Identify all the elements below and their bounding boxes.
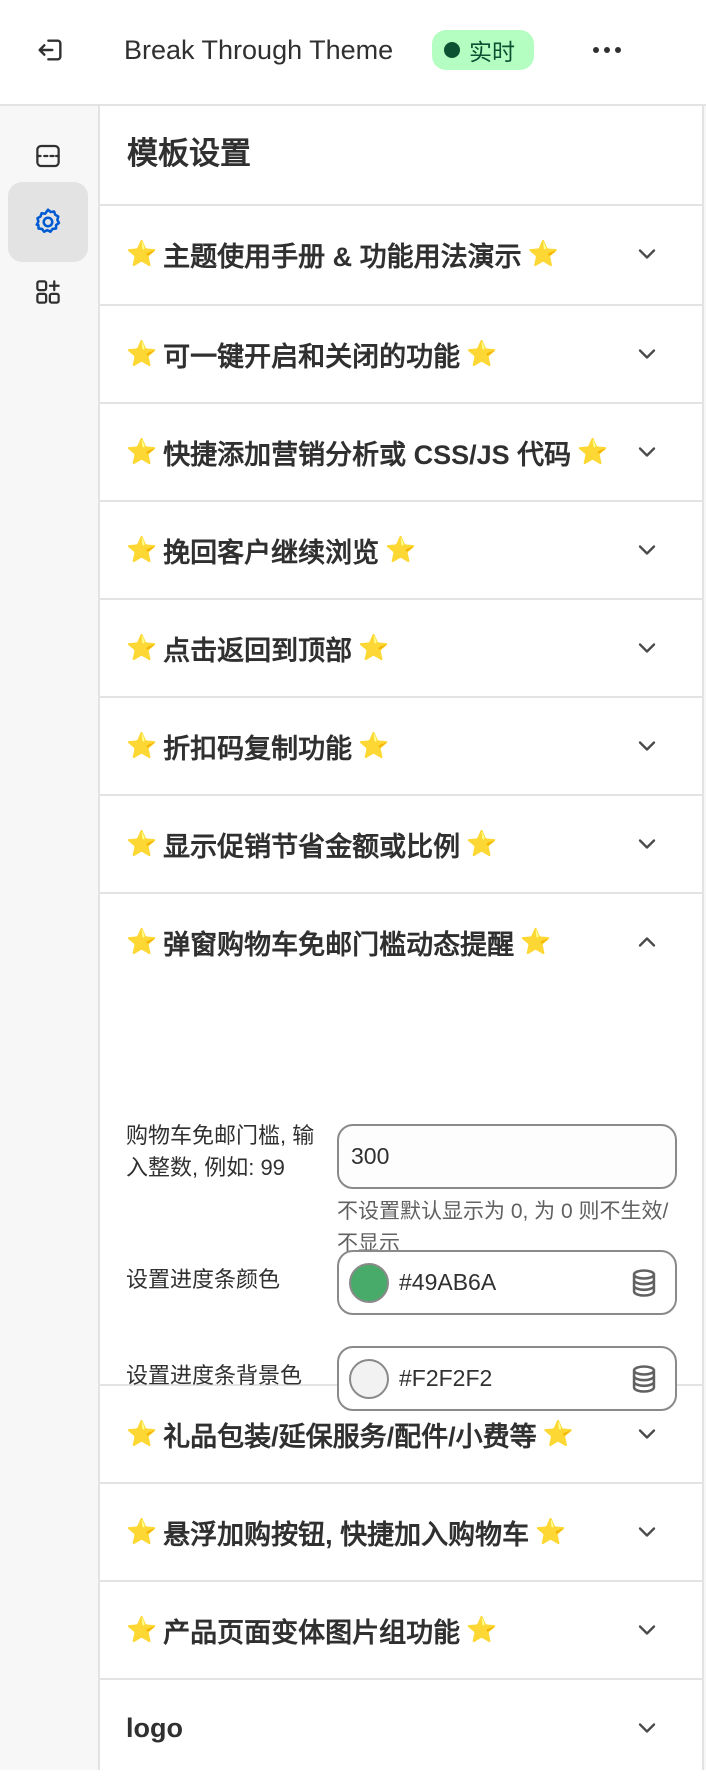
bar-color-label: 设置进度条颜色 <box>126 1267 281 1292</box>
star-icon: ⭐ <box>126 535 158 564</box>
bar-bg-color-swatch[interactable] <box>349 1359 389 1399</box>
accordion-section-label: 主题使用手册 & 功能用法演示 <box>163 241 522 272</box>
bar-color-swatch[interactable] <box>349 1263 389 1303</box>
accordion-section-header[interactable]: ⭐ 快捷添加营销分析或 CSS/JS 代码 ⭐ <box>126 404 608 500</box>
star-icon: ⭐ <box>126 437 158 466</box>
accordion-section-header[interactable]: logo <box>126 1680 183 1776</box>
side-rail <box>0 106 100 1770</box>
accordion-section-3[interactable]: ⭐ 挽回客户继续浏览 ⭐ <box>100 500 702 598</box>
accordion-section-label: 悬浮加购按钮, 快捷加入购物车 <box>163 1519 530 1550</box>
panel-scroll-edge <box>702 106 706 1770</box>
accordion-section-header[interactable]: ⭐ 产品页面变体图片组功能 ⭐ <box>126 1582 497 1678</box>
accordion-section-label: 快捷添加营销分析或 CSS/JS 代码 <box>163 439 572 470</box>
database-icon[interactable] <box>627 1362 661 1396</box>
accordion-section-header[interactable]: ⭐ 点击返回到顶部 ⭐ <box>126 600 389 696</box>
star-icon: ⭐ <box>126 927 158 956</box>
accordion-section-label: 可一键开启和关闭的功能 <box>163 341 461 372</box>
accordion-section-label: logo <box>126 1712 183 1743</box>
accordion-section-header[interactable]: ⭐ 主题使用手册 & 功能用法演示 ⭐ <box>126 206 559 302</box>
star-icon: ⭐ <box>358 633 390 662</box>
theme-settings-button[interactable] <box>8 182 88 262</box>
panel-title: 模板设置 <box>127 136 251 171</box>
star-icon: ⭐ <box>466 1615 498 1644</box>
accordion-section-header[interactable]: ⭐ 折扣码复制功能 ⭐ <box>126 698 389 794</box>
accordion-section-2[interactable]: ⭐ 快捷添加营销分析或 CSS/JS 代码 ⭐ <box>100 402 702 500</box>
star-icon: ⭐ <box>126 633 158 662</box>
accordion-section-label: 产品页面变体图片组功能 <box>163 1617 461 1648</box>
theme-settings-panel: 模板设置 ⭐ 主题使用手册 & 功能用法演示 ⭐ ⭐ 可一键开启和关闭的功能 ⭐ ⭐ 快捷添加… <box>100 106 702 1770</box>
accordion-section-label: 显示促销节省金额或比例 <box>163 831 461 862</box>
accordion-section-header[interactable]: ⭐ 可一键开启和关闭的功能 ⭐ <box>126 306 497 402</box>
bar-color-hex: #49AB6A <box>399 1269 497 1295</box>
star-icon: ⭐ <box>126 1517 158 1546</box>
star-icon: ⭐ <box>126 829 158 858</box>
chevron-down-icon[interactable] <box>633 1420 661 1448</box>
live-status-badge: 实时 <box>432 30 534 70</box>
apps-button[interactable] <box>8 252 88 332</box>
star-icon: ⭐ <box>385 535 417 564</box>
accordion-section-label: 礼品包装/延保服务/配件/小费等 <box>163 1421 537 1452</box>
accordion-section-label: 挽回客户继续浏览 <box>163 537 380 568</box>
exit-button[interactable] <box>32 31 70 69</box>
apps-icon <box>36 280 60 304</box>
accordion-section-header[interactable]: ⭐ 悬浮加购按钮, 快捷加入购物车 ⭐ <box>126 1484 566 1580</box>
star-icon: ⭐ <box>126 731 158 760</box>
threshold-input[interactable] <box>337 1124 677 1189</box>
accordion-section-label: 弹窗购物车免邮门槛动态提醒 <box>163 929 515 960</box>
chevron-down-icon[interactable] <box>633 1518 661 1546</box>
chevron-down-icon[interactable] <box>633 634 661 662</box>
live-badge-label: 实时 <box>469 39 515 65</box>
star-icon: ⭐ <box>466 339 498 368</box>
accordion-section-header[interactable]: ⭐ 弹窗购物车免邮门槛动态提醒 ⭐ <box>126 894 551 990</box>
live-dot-icon <box>444 42 460 58</box>
bar-bg-color-hex: #F2F2F2 <box>399 1365 493 1391</box>
star-icon: ⭐ <box>126 1419 158 1448</box>
star-icon: ⭐ <box>126 1615 158 1644</box>
star-icon: ⭐ <box>535 1517 567 1546</box>
accordion-section-label: 点击返回到顶部 <box>163 635 353 666</box>
chevron-down-icon[interactable] <box>633 1616 661 1644</box>
accordion-section-header[interactable]: ⭐ 显示促销节省金额或比例 ⭐ <box>126 796 497 892</box>
accordion-section-header[interactable]: ⭐ 挽回客户继续浏览 ⭐ <box>126 502 416 598</box>
chevron-down-icon[interactable] <box>633 340 661 368</box>
star-icon: ⭐ <box>358 731 390 760</box>
chevron-down-icon[interactable] <box>633 536 661 564</box>
app-title: Break Through Theme <box>124 35 394 65</box>
star-icon: ⭐ <box>520 927 552 956</box>
sections-icon <box>36 144 60 168</box>
accordion-section-4[interactable]: ⭐ 点击返回到顶部 ⭐ <box>100 598 702 696</box>
star-icon: ⭐ <box>527 239 559 268</box>
bar-bg-color-label: 设置进度条背景色 <box>126 1363 303 1388</box>
star-icon: ⭐ <box>577 437 609 466</box>
accordion-section-0[interactable]: ⭐ 主题使用手册 & 功能用法演示 ⭐ <box>100 206 702 304</box>
star-icon: ⭐ <box>126 339 158 368</box>
chevron-down-icon[interactable] <box>633 1714 661 1742</box>
chevron-down-icon[interactable] <box>633 240 661 268</box>
top-bar: Break Through Theme 实时 <box>0 0 706 106</box>
star-icon: ⭐ <box>126 239 158 268</box>
star-icon: ⭐ <box>542 1419 574 1448</box>
accordion-section-5[interactable]: ⭐ 折扣码复制功能 ⭐ <box>100 696 702 794</box>
star-icon: ⭐ <box>466 829 498 858</box>
free-shipping-settings-body: 购物车免邮门槛, 输入整数, 例如: 99 不设置默认显示为 0, 为 0 则不… <box>100 984 702 1411</box>
accordion-section-9[interactable]: ⭐ 悬浮加购按钮, 快捷加入购物车 ⭐ <box>100 1482 702 1580</box>
accordion-section-1[interactable]: ⭐ 可一键开启和关闭的功能 ⭐ <box>100 304 702 402</box>
threshold-label: 购物车免邮门槛, 输入整数, 例如: 99 <box>126 1123 315 1180</box>
accordion-section-label: 折扣码复制功能 <box>163 733 353 764</box>
bar-color-picker[interactable]: #49AB6A <box>337 1250 677 1315</box>
more-actions-button[interactable] <box>586 30 628 70</box>
chevron-down-icon[interactable] <box>633 732 661 760</box>
settings-gear-icon <box>35 208 61 234</box>
chevron-down-icon[interactable] <box>633 830 661 858</box>
chevron-down-icon[interactable] <box>633 438 661 466</box>
accordion-section-6[interactable]: ⭐ 显示促销节省金额或比例 ⭐ <box>100 794 702 892</box>
exit-icon <box>38 39 62 61</box>
bar-bg-color-picker[interactable]: #F2F2F2 <box>337 1346 677 1411</box>
accordion-section-11[interactable]: logo <box>100 1678 702 1776</box>
accordion-section-7[interactable]: ⭐ 弹窗购物车免邮门槛动态提醒 ⭐ <box>100 892 702 990</box>
chevron-up-icon[interactable] <box>633 928 661 956</box>
more-horizontal-icon <box>593 47 599 53</box>
accordion-section-10[interactable]: ⭐ 产品页面变体图片组功能 ⭐ <box>100 1580 702 1678</box>
database-icon[interactable] <box>627 1266 661 1300</box>
